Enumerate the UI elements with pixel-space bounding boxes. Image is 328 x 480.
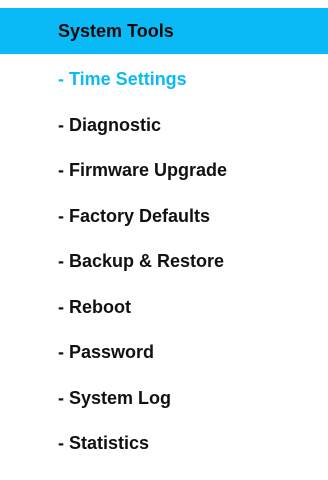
system-tools-menu: System Tools - Time Settings - Diagnosti… xyxy=(0,0,328,480)
submenu-item-statistics[interactable]: - Statistics xyxy=(0,421,328,467)
submenu-item-diagnostic[interactable]: - Diagnostic xyxy=(0,103,328,149)
submenu-item-factory-defaults[interactable]: - Factory Defaults xyxy=(0,194,328,240)
submenu-item-password[interactable]: - Password xyxy=(0,330,328,376)
submenu-item-time-settings[interactable]: - Time Settings xyxy=(0,57,328,103)
submenu-item-backup-restore[interactable]: - Backup & Restore xyxy=(0,239,328,285)
submenu-item-firmware-upgrade[interactable]: - Firmware Upgrade xyxy=(0,148,328,194)
submenu-list: - Time Settings - Diagnostic - Firmware … xyxy=(0,57,328,467)
submenu-item-system-log[interactable]: - System Log xyxy=(0,376,328,422)
menu-section-system-tools[interactable]: System Tools xyxy=(0,8,328,54)
submenu-item-reboot[interactable]: - Reboot xyxy=(0,285,328,331)
